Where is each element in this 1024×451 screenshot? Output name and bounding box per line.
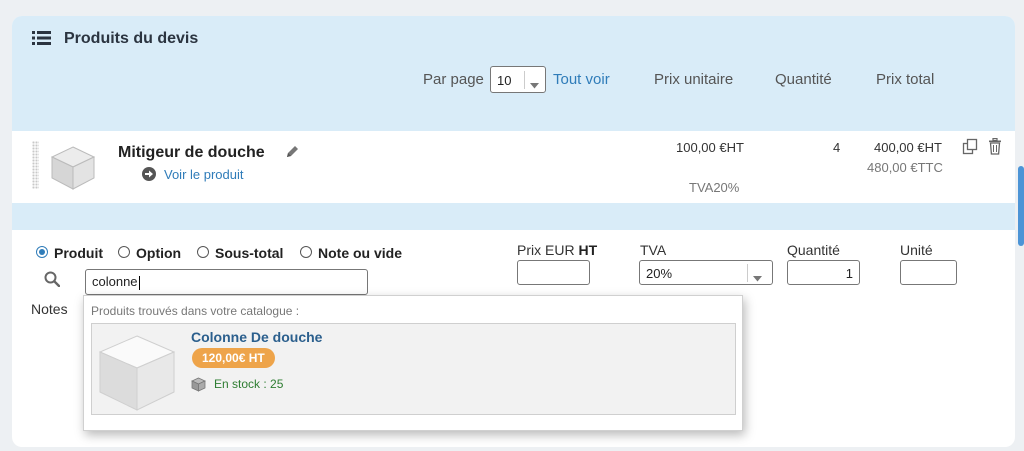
product-total-ht: 400,00 €HT bbox=[874, 140, 942, 155]
result-price-badge: 120,00€ HT bbox=[192, 348, 275, 368]
product-line: Mitigeur de douche Voir le produit 100,0… bbox=[12, 131, 1015, 203]
chevron-down-icon bbox=[530, 77, 539, 92]
price-input[interactable] bbox=[517, 260, 590, 285]
quote-products-panel: Produits du devis Par page 10 Tout voir … bbox=[12, 16, 1015, 447]
product-name: Mitigeur de douche bbox=[118, 144, 265, 161]
panel-title: Produits du devis bbox=[64, 30, 199, 47]
view-product-link[interactable]: Voir le produit bbox=[164, 167, 244, 182]
duplicate-icon[interactable] bbox=[962, 138, 979, 160]
product-placeholder-image bbox=[48, 143, 98, 196]
product-quantity: 4 bbox=[833, 140, 841, 155]
results-header: Produits trouvés dans votre catalogue : bbox=[91, 304, 300, 318]
notes-label: Notes bbox=[31, 301, 68, 317]
per-page-label: Par page bbox=[423, 71, 484, 88]
vat-select[interactable]: 20% bbox=[639, 260, 773, 285]
radio-label: Note ou vide bbox=[318, 245, 403, 261]
product-total-ttc: 480,00 €TTC bbox=[867, 160, 943, 175]
radio-label: Produit bbox=[54, 245, 103, 261]
column-unit-price: Prix unitaire bbox=[654, 71, 734, 88]
result-stock: En stock : 25 bbox=[214, 377, 284, 391]
quantity-value: 1 bbox=[845, 266, 853, 281]
see-all-link[interactable]: Tout voir bbox=[553, 71, 610, 88]
trash-icon[interactable] bbox=[988, 137, 1002, 160]
quantity-input[interactable]: 1 bbox=[787, 260, 860, 285]
scrollbar-thumb[interactable] bbox=[1018, 166, 1024, 246]
product-search-input[interactable]: colonne bbox=[85, 269, 368, 295]
vat-label: TVA bbox=[640, 242, 667, 258]
price-label: Prix EUR HT bbox=[517, 242, 598, 258]
quantity-label: Quantité bbox=[787, 242, 840, 258]
column-quantity: Quantité bbox=[775, 71, 832, 88]
arrow-circle-right-icon bbox=[142, 167, 156, 186]
product-vat: TVA20% bbox=[689, 180, 740, 195]
drag-handle[interactable] bbox=[32, 141, 39, 189]
per-page-value: 10 bbox=[497, 73, 512, 88]
panel-header: Produits du devis Par page 10 Tout voir … bbox=[12, 16, 1015, 131]
unit-input[interactable] bbox=[900, 260, 957, 285]
result-name: Colonne De douche bbox=[191, 329, 323, 345]
radio-button[interactable] bbox=[36, 246, 48, 258]
vat-value: 20% bbox=[646, 266, 673, 281]
per-page-select[interactable]: 10 bbox=[490, 66, 546, 93]
list-icon bbox=[32, 31, 52, 50]
chevron-down-icon bbox=[753, 270, 762, 285]
search-result-item[interactable]: Colonne De douche 120,00€ HT En stock : … bbox=[91, 323, 736, 415]
product-placeholder-image bbox=[94, 330, 180, 419]
pencil-icon[interactable] bbox=[285, 144, 300, 164]
search-icon bbox=[44, 271, 61, 292]
box-icon bbox=[191, 377, 206, 397]
radio-button[interactable] bbox=[118, 246, 130, 258]
product-unit-price: 100,00 €HT bbox=[676, 140, 744, 155]
radio-label: Option bbox=[136, 245, 182, 261]
unit-label: Unité bbox=[900, 242, 933, 258]
column-total-price: Prix total bbox=[876, 71, 935, 88]
radio-button[interactable] bbox=[197, 246, 209, 258]
separator-band bbox=[12, 203, 1015, 230]
search-results-dropdown: Produits trouvés dans votre catalogue : … bbox=[83, 295, 743, 431]
radio-label: Sous-total bbox=[215, 245, 284, 261]
search-value: colonne bbox=[92, 274, 138, 289]
radio-button[interactable] bbox=[300, 246, 312, 258]
